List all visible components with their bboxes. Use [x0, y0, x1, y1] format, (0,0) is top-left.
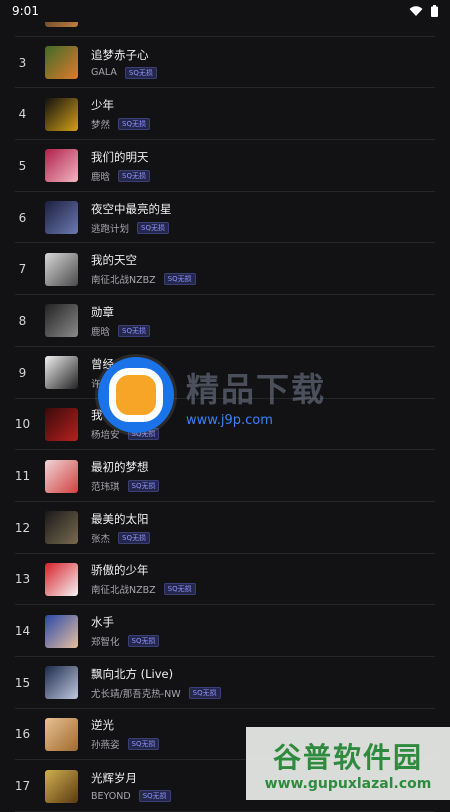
status-bar: 9:01	[0, 0, 450, 22]
song-row[interactable]: 11 最初的梦想范玮琪 SQ无损	[0, 450, 450, 502]
rank-number: 11	[14, 469, 31, 484]
artist-name: 鹿晗	[91, 171, 111, 183]
artist-name: 南征北战NZBZ	[91, 275, 156, 287]
song-title: 追梦赤子心	[91, 47, 149, 62]
wifi-icon	[409, 5, 423, 16]
quality-badge: SQ无损	[124, 66, 157, 79]
rank-number: 5	[18, 158, 27, 173]
song-title: 骄傲的少年	[91, 563, 149, 578]
quality-badge: SQ无损	[188, 686, 221, 699]
song-title: 少年	[91, 98, 114, 113]
artist-name: 范玮琪	[91, 482, 120, 494]
song-title: 光辉岁月	[91, 771, 137, 786]
rank-number: 13	[14, 572, 31, 587]
album-cover[interactable]	[45, 769, 78, 803]
song-title: 我们的明天	[91, 149, 149, 164]
album-cover[interactable]	[45, 201, 78, 235]
quality-badge: SQ无损	[118, 531, 150, 544]
artist-name: 郑智化	[91, 637, 120, 649]
artist-name: 逃跑计划	[91, 223, 130, 235]
album-cover[interactable]	[45, 717, 78, 751]
rank-number: 6	[18, 210, 27, 225]
song-row[interactable]: 13 骄傲的少年南征北战NZBZ SQ无损	[0, 554, 450, 606]
song-row[interactable]: 4 少年梦然 SQ无损	[0, 88, 450, 140]
watermark-title: 谷普软件园	[272, 740, 423, 774]
album-cover[interactable]	[45, 149, 78, 183]
album-cover[interactable]	[45, 356, 78, 390]
watermark-url: www.j9p.com	[186, 412, 273, 428]
artist-name: 南征北战NZBZ	[91, 585, 156, 597]
rank-number: 16	[14, 727, 31, 742]
quality-badge: SQ无损	[127, 635, 160, 648]
album-cover[interactable]	[45, 407, 78, 441]
artist-name: 鹿晗	[91, 326, 111, 338]
song-row[interactable]: 12 最美的太阳张杰 SQ无损	[0, 502, 450, 554]
artist-name: 尤长靖/那吾克热-NW	[91, 688, 181, 700]
song-row[interactable]: 15 飘向北方 (Live) 尤长靖/那吾克热-NW SQ无损	[0, 657, 450, 709]
song-title: 夜空中最亮的星	[91, 201, 172, 216]
quality-badge: SQ无损	[163, 273, 196, 286]
album-cover[interactable]	[45, 46, 78, 80]
rank-number: 8	[18, 313, 27, 328]
rank-number: 7	[18, 262, 27, 277]
watermark-title: 精品下载	[186, 369, 326, 409]
album-cover[interactable]	[45, 252, 78, 286]
rank-number: 4	[18, 107, 27, 122]
battery-icon	[431, 5, 438, 17]
quality-badge: SQ无损	[138, 790, 171, 803]
status-time: 9:01	[12, 4, 39, 18]
song-title: 最初的梦想	[91, 460, 149, 475]
artist-name: BEYOND	[91, 790, 131, 802]
artist-name: 梦然	[91, 120, 111, 132]
quality-badge: SQ无损	[118, 118, 150, 131]
album-cover[interactable]	[45, 459, 78, 493]
quality-badge: SQ无损	[118, 324, 150, 337]
song-title: 逆光	[91, 718, 114, 733]
watermark-url: www.gupuxlazal.com	[264, 775, 432, 792]
quality-badge: SQ无损	[118, 169, 150, 182]
song-row[interactable]: 5 我们的明天鹿晗 SQ无损	[0, 140, 450, 192]
quality-badge: SQ无损	[137, 221, 169, 234]
song-title: 我的天空	[91, 253, 137, 268]
rank-number: 14	[14, 624, 31, 639]
song-row[interactable]: 7 我的天空南征北战NZBZ SQ无损	[0, 243, 450, 295]
artist-name: GALA	[91, 67, 117, 79]
song-title: 勋章	[91, 304, 114, 319]
album-cover[interactable]	[45, 666, 78, 700]
song-title: 最美的太阳	[91, 511, 149, 526]
album-cover[interactable]	[45, 562, 78, 596]
quality-badge: SQ无损	[127, 738, 160, 751]
rank-number: 17	[14, 779, 31, 794]
quality-badge: SQ无损	[163, 583, 196, 596]
song-title: 水手	[91, 615, 114, 630]
rank-number: 12	[14, 520, 31, 535]
artist-name: 孙燕姿	[91, 740, 120, 752]
rank-number: 10	[14, 417, 31, 432]
song-title: 飘向北方 (Live)	[91, 666, 174, 681]
watermark-gupu: 谷普软件园 www.gupuxlazal.com	[246, 727, 450, 800]
album-cover[interactable]	[45, 97, 78, 131]
album-cover[interactable]	[45, 511, 78, 545]
song-row[interactable]: 8 勋章鹿晗 SQ无损	[0, 295, 450, 347]
rank-number: 3	[18, 55, 27, 70]
song-row[interactable]: 14 水手郑智化 SQ无损	[0, 605, 450, 657]
status-icons	[409, 5, 438, 17]
song-row[interactable]: 3 追梦赤子心 GALA SQ无损	[0, 37, 450, 89]
rank-number: 9	[18, 365, 27, 380]
album-cover[interactable]	[45, 614, 78, 648]
album-cover[interactable]	[45, 304, 78, 338]
rank-number: 15	[14, 675, 31, 690]
artist-name: 张杰	[91, 533, 111, 545]
j9p-logo-icon	[98, 357, 174, 433]
quality-badge: SQ无损	[127, 480, 160, 493]
watermark-j9p: 精品下载 www.j9p.com	[98, 357, 326, 433]
song-row[interactable]: 6 夜空中最亮的星 逃跑计划 SQ无损	[0, 192, 450, 244]
